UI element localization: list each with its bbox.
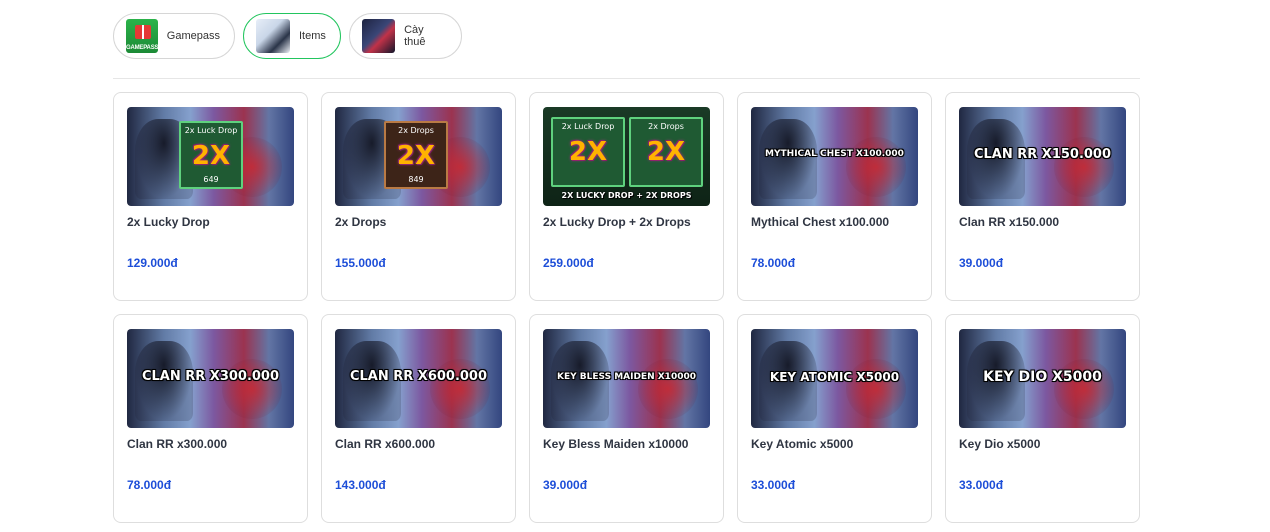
product-price: 39.000đ — [543, 478, 588, 492]
product-price: 78.000đ — [751, 256, 796, 270]
product-title: 2x Lucky Drop + 2x Drops — [543, 215, 691, 229]
drops-badge: 2x Drops 2X — [629, 117, 703, 187]
tab-label: Cày thuê — [404, 24, 426, 48]
tab-label: Items — [299, 30, 326, 42]
product-card[interactable]: KEY ATOMIC X5000 Key Atomic x5000 33.000… — [737, 314, 932, 523]
badge-price: 649 — [203, 175, 219, 184]
badge-title: 2x Luck Drop — [184, 126, 238, 135]
image-overlay-text: CLAN RR X600.000 — [349, 369, 488, 384]
product-title: Clan RR x300.000 — [127, 437, 228, 451]
product-image: 2x Luck Drop 2X 649 — [127, 107, 294, 206]
product-price: 259.000đ — [543, 256, 594, 270]
image-overlay-text: CLAN RR X300.000 — [141, 369, 280, 384]
image-overlay-text: KEY BLESS MAIDEN X10000 — [556, 372, 696, 382]
badge-title: 2x Drops — [398, 126, 434, 135]
product-image: MYTHICAL CHEST X100.000 — [751, 107, 918, 206]
product-image: CLAN RR X150.000 — [959, 107, 1126, 206]
product-image: 2x Drops 2X 849 — [335, 107, 502, 206]
product-card[interactable]: CLAN RR X600.000 Clan RR x600.000 143.00… — [321, 314, 516, 523]
product-image: KEY DIO X5000 — [959, 329, 1126, 428]
image-overlay-text: MYTHICAL CHEST X100.000 — [765, 149, 904, 159]
product-image: CLAN RR X300.000 — [127, 329, 294, 428]
product-title: Key Dio x5000 — [959, 437, 1041, 451]
gamepass-thumbnail: GAMEPASS — [126, 19, 158, 53]
image-overlay-text: KEY ATOMIC X5000 — [769, 370, 900, 384]
product-card[interactable]: 2x Luck Drop 2X 649 2x Lucky Drop 129.00… — [113, 92, 308, 301]
product-price: 143.000đ — [335, 478, 386, 492]
product-price: 155.000đ — [335, 256, 386, 270]
image-overlay-text: CLAN RR X150.000 — [973, 147, 1112, 162]
items-thumbnail — [256, 19, 290, 53]
product-price: 78.000đ — [127, 478, 172, 492]
product-image: 2x Luck Drop 2X 2x Drops 2X 2X LUCKY DRO… — [543, 107, 710, 206]
badge-multiplier: 2X — [396, 141, 436, 171]
product-card[interactable]: CLAN RR X300.000 Clan RR x300.000 78.000… — [113, 314, 308, 523]
badge-price: 849 — [408, 175, 424, 184]
product-card[interactable]: 2x Luck Drop 2X 2x Drops 2X 2X LUCKY DRO… — [529, 92, 724, 301]
product-title: 2x Lucky Drop — [127, 215, 210, 229]
cay-thue-thumbnail — [362, 19, 396, 53]
product-card[interactable]: KEY BLESS MAIDEN X10000 Key Bless Maiden… — [529, 314, 724, 523]
product-title: Clan RR x150.000 — [959, 215, 1060, 229]
product-title: Mythical Chest x100.000 — [751, 215, 890, 229]
badge-title: 2x Luck Drop — [561, 122, 615, 131]
product-title: Key Bless Maiden x10000 — [543, 437, 689, 451]
tab-gamepass[interactable]: GAMEPASS Gamepass — [113, 13, 235, 59]
luck-drop-badge: 2x Luck Drop 2X 649 — [179, 121, 243, 189]
badge-multiplier: 2X — [568, 137, 608, 167]
badge-multiplier: 2X — [646, 137, 686, 167]
combo-caption: 2X LUCKY DROP + 2X DROPS — [561, 191, 692, 200]
product-title: 2x Drops — [335, 215, 387, 229]
image-overlay-text: KEY DIO X5000 — [983, 369, 1102, 385]
product-title: Key Atomic x5000 — [751, 437, 854, 451]
gift-icon — [135, 25, 151, 39]
product-card[interactable]: KEY DIO X5000 Key Dio x5000 33.000đ — [945, 314, 1140, 523]
gamepass-thumb-text: GAMEPASS — [126, 45, 158, 51]
divider — [113, 78, 1140, 79]
luck-drop-badge: 2x Luck Drop 2X — [551, 117, 625, 187]
product-card[interactable]: MYTHICAL CHEST X100.000 Mythical Chest x… — [737, 92, 932, 301]
product-card[interactable]: 2x Drops 2X 849 2x Drops 155.000đ — [321, 92, 516, 301]
product-title: Clan RR x600.000 — [335, 437, 436, 451]
product-price: 33.000đ — [751, 478, 796, 492]
product-price: 129.000đ — [127, 256, 178, 270]
badge-multiplier: 2X — [191, 141, 231, 171]
tab-items[interactable]: Items — [243, 13, 341, 59]
product-card[interactable]: CLAN RR X150.000 Clan RR x150.000 39.000… — [945, 92, 1140, 301]
tab-cay-thue[interactable]: Cày thuê — [349, 13, 462, 59]
product-image: KEY BLESS MAIDEN X10000 — [543, 329, 710, 428]
drops-badge: 2x Drops 2X 849 — [384, 121, 448, 189]
tab-label: Gamepass — [166, 30, 220, 42]
product-price: 33.000đ — [959, 478, 1004, 492]
product-image: CLAN RR X600.000 — [335, 329, 502, 428]
product-price: 39.000đ — [959, 256, 1004, 270]
category-tabs: GAMEPASS Gamepass Items Cày thuê — [113, 13, 462, 59]
product-grid: 2x Luck Drop 2X 649 2x Lucky Drop 129.00… — [113, 92, 1140, 523]
product-image: KEY ATOMIC X5000 — [751, 329, 918, 428]
badge-title: 2x Drops — [648, 122, 684, 131]
